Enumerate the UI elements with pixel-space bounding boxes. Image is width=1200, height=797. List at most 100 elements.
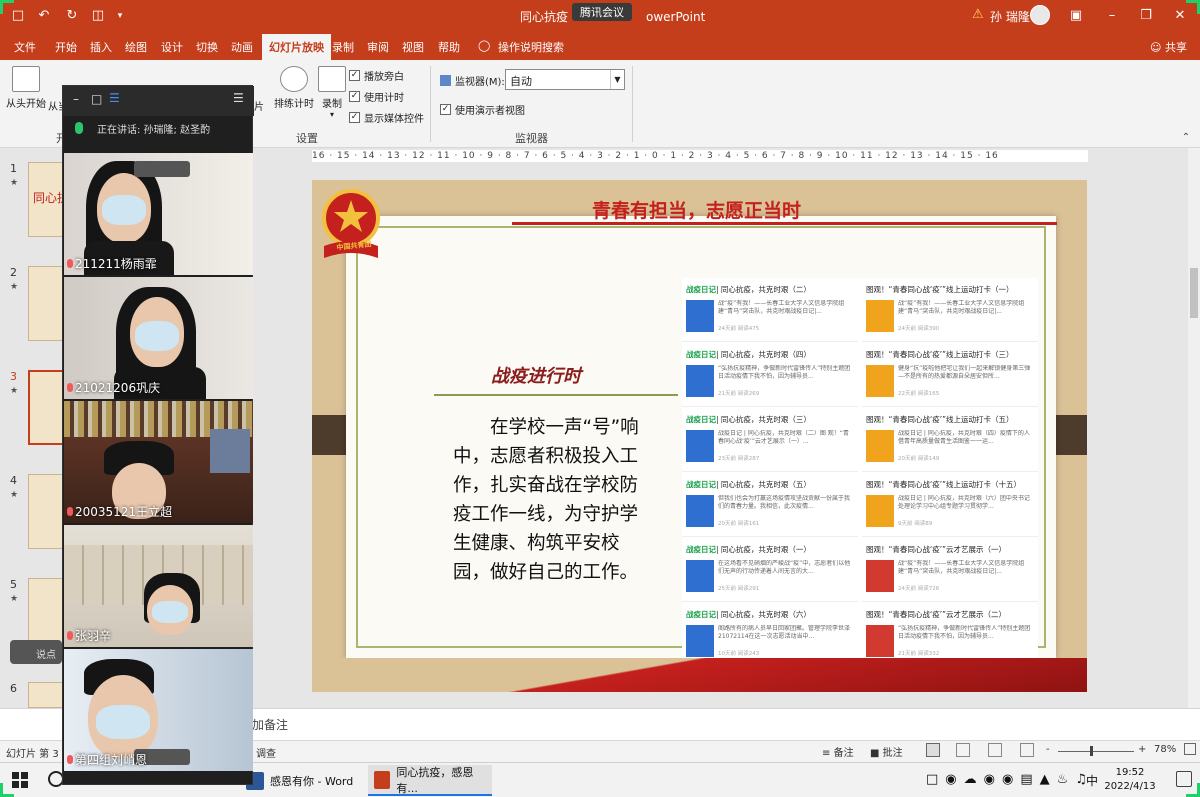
ribbon-display-icon[interactable]: ▣	[1066, 6, 1086, 26]
taskbar-app-powerpoint[interactable]: 同心抗疫，感恩有...	[368, 765, 492, 796]
rehearse-timings-button[interactable]: 排练计时	[272, 66, 316, 110]
window-icon[interactable]: □	[91, 92, 102, 106]
from-current-button[interactable]: 从当	[48, 66, 68, 113]
participant-video[interactable]: 211211杨雨霏	[64, 153, 253, 275]
minimize-icon[interactable]: –	[73, 92, 79, 106]
chat-hint[interactable]: 说点	[10, 640, 62, 664]
slideshow-view-icon[interactable]	[1020, 743, 1034, 757]
tab-draw[interactable]: 绘图	[125, 39, 147, 55]
article-card: 图观！“青春同心战‘疫’”线上运动打卡（五） 战疫日记 | 同心抗疫，共克时艰（四…	[862, 408, 1038, 472]
slide-sorter-icon[interactable]	[956, 743, 970, 757]
minimize-icon[interactable]: –	[1102, 6, 1122, 26]
tell-me-search[interactable]: 操作说明搜索	[498, 39, 564, 55]
reading-view-icon[interactable]	[988, 743, 1002, 757]
participant-video[interactable]: 张羽辛	[64, 525, 253, 647]
notes-button[interactable]: ≡ 备注	[822, 744, 854, 759]
participant-video[interactable]: 第四组刘峭恩	[64, 649, 253, 771]
participant-video[interactable]: 20035121王立超	[64, 401, 253, 523]
redo-icon[interactable]: ↻	[62, 6, 82, 26]
title-bar: □ ↶ ↻ ◫ ▾ 同心抗疫 owerPoint 腾讯会议 ⚠ 孙 瑞隆 ▣ – …	[0, 0, 1200, 32]
fit-to-window-icon[interactable]	[1184, 743, 1196, 755]
avatar[interactable]	[1030, 5, 1050, 25]
monitor-select[interactable]: 自动 ▼	[505, 69, 625, 90]
from-beginning-label: 从头开始	[6, 99, 46, 110]
more-options-button[interactable]	[134, 161, 190, 177]
screen: { "titlebar": { "doc_title_prefix": "同心抗…	[0, 0, 1200, 797]
comments-button[interactable]: ■ 批注	[870, 744, 903, 759]
thumb-number: 1	[10, 162, 17, 175]
meeting-video-panel[interactable]: – □ ☰ ☰ 正在讲话: 孙瑞隆; 赵圣酌 211211杨雨霏 2102120…	[62, 85, 254, 785]
participant-video[interactable]: 21021206巩庆	[64, 277, 253, 399]
share-button[interactable]: ☺ 共享	[1150, 39, 1187, 55]
share-border-corner	[1186, 0, 1200, 14]
tab-view[interactable]: 视图	[402, 39, 424, 55]
clock[interactable]: 19:52 2022/4/13	[1100, 766, 1160, 794]
zoom-slider[interactable]	[1058, 751, 1134, 752]
meeting-share-indicator[interactable]: 腾讯会议	[572, 3, 632, 21]
article-snippet: 战疫日记 | 同心抗疫，共克时艰（四）疫情下的人借青年高质量做青生活图鉴一一运.…	[898, 430, 1030, 445]
zoom-out-button[interactable]: -	[1046, 744, 1050, 755]
article-thumbnail	[866, 625, 894, 657]
article-thumbnail	[686, 495, 714, 527]
present-icon[interactable]: ◫	[88, 6, 108, 26]
accessibility-status[interactable]: 调查	[256, 745, 276, 760]
tab-help[interactable]: 帮助	[438, 39, 460, 55]
show-media-controls-checkbox[interactable]: ✓ 显示媒体控件	[349, 110, 424, 125]
article-card: 图观！“青春同心战‘疫’”线上运动打卡（一） 战“疫”有我！——长春工业大学人文信…	[862, 278, 1038, 342]
muted-mic-icon	[67, 631, 73, 640]
thumb-number: 5	[10, 578, 17, 591]
tab-animations[interactable]: 动画	[231, 39, 253, 55]
collapse-ribbon-icon[interactable]: ⌃	[1176, 128, 1196, 148]
vertical-scrollbar[interactable]	[1188, 148, 1200, 708]
hidden-slide-label: 片	[254, 102, 264, 113]
slide-canvas[interactable]: 战疫进行时 在学校一声“号”响中，志愿者积极投入工作，扎实奋战在学校防疫工作一线…	[312, 180, 1087, 692]
account-name[interactable]: 孙 瑞隆	[990, 8, 1030, 25]
article-thumbnail	[686, 560, 714, 592]
stopwatch-icon	[280, 66, 308, 92]
windows-start-icon[interactable]	[12, 772, 28, 788]
presenter-view-checkbox[interactable]: ✓ 使用演示者视图	[440, 102, 525, 117]
list-layout-icon[interactable]: ☰	[109, 91, 120, 105]
tab-design[interactable]: 设计	[161, 39, 183, 55]
normal-view-icon[interactable]	[926, 743, 940, 757]
participant-name: 211211杨雨霏	[67, 255, 157, 272]
monitor-label: 监视器(M):	[440, 73, 505, 88]
tab-home[interactable]: 开始	[55, 39, 77, 55]
speaking-label: 正在讲话: 孙瑞隆; 赵圣酌	[97, 125, 211, 136]
from-beginning-button[interactable]: 从头开始	[6, 66, 46, 110]
taskbar-app-word[interactable]: 感恩有你 - Word	[240, 765, 364, 796]
notes-placeholder[interactable]: 加备注	[252, 716, 288, 733]
animation-star-icon: ★	[10, 386, 19, 396]
record-button[interactable]: 录制 ▾	[318, 66, 346, 119]
article-title: 战疫日记| 同心抗疫，共克时艰（三）	[686, 415, 811, 424]
tab-review[interactable]: 审阅	[367, 39, 389, 55]
chevron-down-icon: ▼	[610, 70, 624, 89]
scrollbar-thumb[interactable]	[1190, 268, 1198, 318]
group-monitors-label: 监视器	[515, 132, 548, 145]
zoom-in-button[interactable]: +	[1138, 744, 1146, 755]
article-snippet: 战“疫”有我！——长春工业大学人文信息学院组建“青马”突击队，共克时艰战疫日记|…	[898, 560, 1025, 575]
tab-slideshow[interactable]: 幻灯片放映	[262, 34, 331, 60]
warning-icon[interactable]: ⚠	[972, 7, 984, 22]
tab-transitions[interactable]: 切换	[196, 39, 218, 55]
play-narrations-checkbox[interactable]: ✓ 播放旁白	[349, 68, 404, 83]
zoom-slider-thumb[interactable]	[1090, 746, 1093, 756]
tab-insert[interactable]: 插入	[90, 39, 112, 55]
system-tray-icons[interactable]: □◉☁◉◉▤▲♨♫	[926, 772, 1094, 787]
tab-record[interactable]: 录制	[332, 39, 354, 55]
meeting-toolbar: – □ ☰ ☰	[63, 86, 254, 116]
use-timings-checkbox[interactable]: ✓ 使用计时	[349, 89, 404, 104]
use-timings-label: 使用计时	[364, 93, 404, 104]
show-media-controls-label: 显示媒体控件	[364, 114, 424, 125]
article-snippet: 战“疫”有我！——长春工业大学人文信息学院组建“青马”突击队，共克时艰战疫日记|…	[718, 300, 845, 315]
record-label: 录制	[322, 99, 342, 110]
restore-icon[interactable]: ❐	[1136, 6, 1156, 26]
menu-icon[interactable]: ☰	[233, 91, 244, 105]
tab-file[interactable]: 文件	[14, 39, 36, 55]
undo-icon[interactable]: ↶	[34, 6, 54, 26]
customize-quick-access-icon[interactable]: ▾	[110, 6, 130, 26]
article-thumbnail	[866, 430, 894, 462]
ime-indicator[interactable]: 中	[1086, 772, 1098, 789]
participant-name: 20035121王立超	[67, 503, 172, 520]
zoom-level[interactable]: 78%	[1154, 744, 1176, 755]
